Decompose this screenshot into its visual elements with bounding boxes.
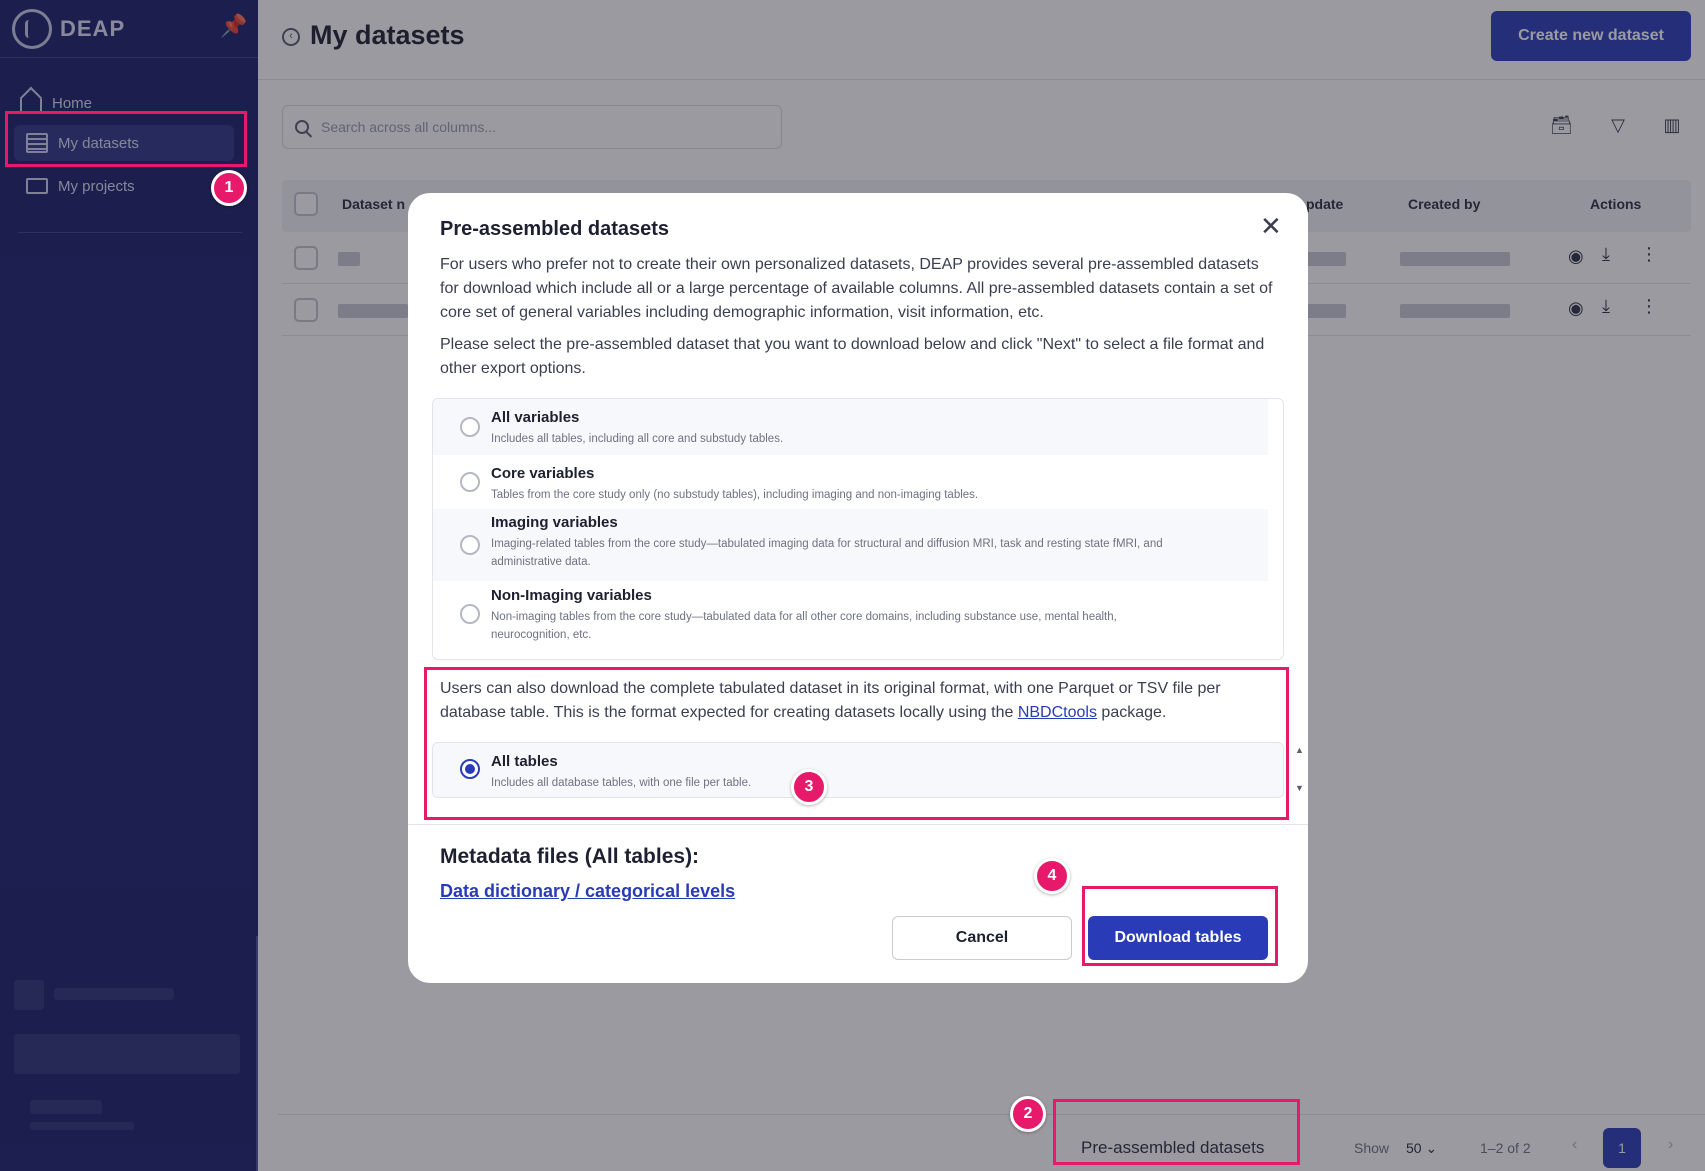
- option-name: All variables: [491, 409, 580, 426]
- option-desc: Non-imaging tables from the core study—t…: [491, 611, 1117, 641]
- scroll-down-icon[interactable]: ▼: [1295, 783, 1304, 793]
- step-badge-3: 3: [791, 769, 827, 805]
- step-badge-1: 1: [211, 170, 247, 206]
- annotation-highlight-3: [424, 667, 1289, 820]
- modal-instruction: Please select the pre-assembled dataset …: [440, 336, 1265, 377]
- dataset-options-list[interactable]: All variables Includes all tables, inclu…: [432, 398, 1284, 660]
- option-core-variables[interactable]: Core variables Tables from the core stud…: [433, 455, 1268, 509]
- scroll-up-icon[interactable]: ▲: [1295, 745, 1304, 755]
- metadata-title: Metadata files (All tables):: [440, 845, 700, 868]
- option-imaging-variables[interactable]: Imaging variables Imaging-related tables…: [433, 509, 1268, 581]
- data-dictionary-link[interactable]: Data dictionary / categorical levels: [440, 881, 735, 902]
- pre-assembled-modal: Pre-assembled datasets ✕ For users who p…: [408, 193, 1308, 983]
- option-all-variables[interactable]: All variables Includes all tables, inclu…: [433, 399, 1268, 455]
- annotation-highlight-4: [1082, 886, 1278, 966]
- modal-intro: For users who prefer not to create their…: [440, 256, 1273, 321]
- annotation-highlight-2: [1053, 1099, 1300, 1165]
- option-name: Imaging variables: [491, 514, 618, 531]
- modal-title: Pre-assembled datasets: [440, 218, 670, 240]
- option-name: Core variables: [491, 465, 595, 482]
- option-desc: Tables from the core study only (no subs…: [491, 489, 979, 501]
- option-name: Non-Imaging variables: [491, 587, 652, 604]
- radio-core-variables[interactable]: [460, 472, 480, 492]
- radio-non-imaging-variables[interactable]: [460, 604, 480, 624]
- cancel-button[interactable]: Cancel: [892, 916, 1072, 960]
- modal-divider: [408, 824, 1308, 825]
- radio-all-variables[interactable]: [460, 417, 480, 437]
- close-icon[interactable]: ✕: [1260, 211, 1282, 241]
- step-badge-2: 2: [1010, 1096, 1046, 1132]
- option-non-imaging-variables[interactable]: Non-Imaging variables Non-imaging tables…: [433, 581, 1268, 659]
- step-badge-4: 4: [1034, 858, 1070, 894]
- radio-imaging-variables[interactable]: [460, 535, 480, 555]
- option-desc: Imaging-related tables from the core stu…: [491, 538, 1163, 568]
- annotation-highlight-1: [5, 111, 247, 167]
- all-tables-scrollbar[interactable]: ▲ ▼: [1294, 743, 1304, 797]
- option-desc: Includes all tables, including all core …: [491, 433, 784, 445]
